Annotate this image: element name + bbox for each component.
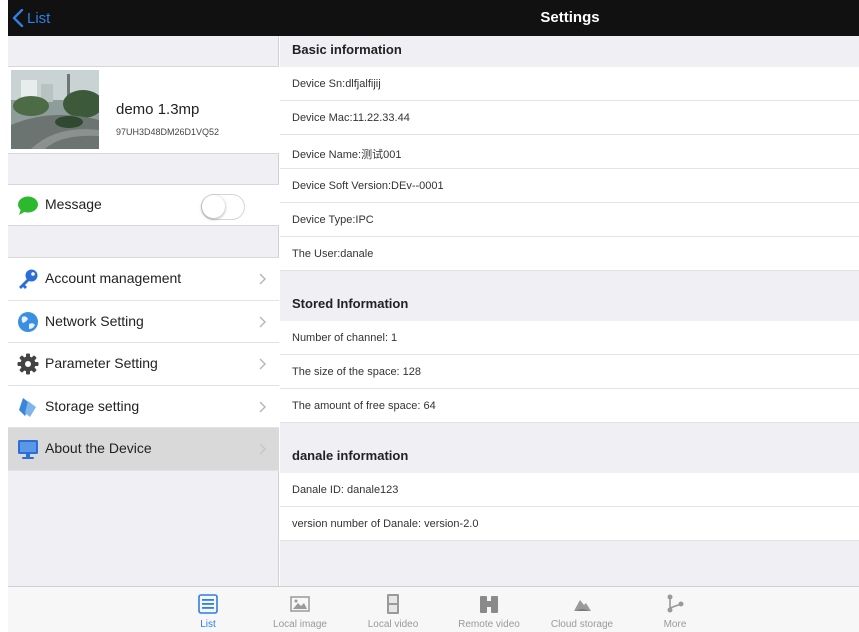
info-row: Device Sn:dlfjalfijij (280, 67, 859, 101)
tab-label: Remote video (458, 619, 520, 630)
info-text: Number of channel: 1 (292, 332, 398, 344)
section-title: danale information (292, 448, 409, 463)
menu-item-label: Network Setting (45, 312, 144, 329)
monitor-icon (18, 440, 38, 460)
menu-item-label: Parameter Setting (45, 355, 158, 372)
info-text: Device Sn:dlfjalfijij (292, 78, 381, 90)
info-row: Number of channel: 1 (280, 321, 859, 355)
tab-more[interactable]: More (635, 587, 715, 632)
info-row: version number of Danale: version-2.0 (280, 507, 859, 541)
share-icon (667, 594, 684, 613)
info-text: Device Mac:11.22.33.44 (292, 112, 410, 124)
device-info-panel: Basic information Device Sn:dlfjalfijij … (280, 36, 859, 586)
menu-item-label: Storage setting (45, 397, 140, 414)
message-toggle[interactable] (201, 194, 245, 220)
menu-item-storage-setting[interactable]: Storage setting (8, 385, 279, 429)
message-row: Message (8, 184, 279, 226)
section-header-stored: Stored Information (280, 272, 859, 320)
info-row: Device Soft Version:DEv--0001 (280, 169, 859, 203)
menu-item-about-the-device[interactable]: About the Device (8, 428, 279, 471)
image-icon (290, 596, 310, 612)
message-label: Message (45, 196, 102, 212)
gear-icon (17, 353, 39, 375)
chevron-left-icon (12, 9, 24, 27)
tab-local-video[interactable]: Local video (353, 587, 433, 632)
section-title: Basic information (292, 42, 402, 57)
chevron-right-icon (259, 358, 266, 370)
page-title: Settings (540, 9, 600, 26)
chevron-right-icon (259, 273, 266, 285)
chevron-right-icon (259, 316, 266, 328)
tab-label: More (663, 619, 687, 630)
tab-label: List (200, 619, 216, 630)
cloud-icon (574, 600, 591, 611)
info-row: Danale ID: danale123 (280, 473, 859, 507)
tab-local-image[interactable]: Local image (260, 587, 340, 632)
globe-icon (18, 311, 38, 332)
menu-item-network-setting[interactable]: Network Setting (8, 300, 279, 344)
tab-cloud-storage[interactable]: Cloud storage (542, 587, 622, 632)
section-header-danale: danale information (280, 424, 859, 472)
device-id: 97UH3D48DM26D1VQ52 (116, 127, 220, 137)
info-row: The amount of free space: 64 (280, 389, 859, 423)
info-row: Device Name:测试001 (280, 135, 859, 169)
info-row: The size of the space: 128 (280, 355, 859, 389)
info-row: Device Mac:11.22.33.44 (280, 101, 859, 135)
info-text: Device Soft Version:DEv--0001 (292, 180, 444, 192)
device-thumbnail (11, 70, 99, 149)
info-text: Device Name:测试001 (292, 149, 402, 161)
binoculars-icon (480, 596, 498, 613)
info-text: The User:danale (292, 248, 374, 260)
back-label: List (27, 9, 51, 27)
info-text: Danale ID: danale123 (292, 484, 399, 496)
tab-label: Local image (273, 619, 327, 630)
menu-item-parameter-setting[interactable]: Parameter Setting (8, 343, 279, 386)
bottom-tab-bar: List Local image Local video Remote vide… (8, 586, 859, 632)
menu-item-label: Account management (45, 270, 182, 286)
menu-item-label: About the Device (45, 440, 152, 457)
top-nav-bar: List Settings (8, 0, 859, 36)
key-icon (19, 269, 38, 289)
info-text: The amount of free space: 64 (292, 400, 436, 412)
tab-remote-video[interactable]: Remote video (449, 587, 529, 632)
toggle-knob (202, 195, 225, 218)
film-icon (387, 594, 399, 614)
back-button[interactable]: List (12, 8, 50, 28)
info-row: The User:danale (280, 237, 859, 271)
tab-label: Cloud storage (550, 619, 614, 630)
info-row: Device Type:IPC (280, 203, 859, 237)
left-panel: demo 1.3mp 97UH3D48DM26D1VQ52 Message Ac… (8, 36, 279, 586)
menu-item-account-management[interactable]: Account management (8, 258, 279, 301)
section-title: Stored Information (292, 296, 409, 311)
storage-icon (19, 397, 36, 417)
tab-list[interactable]: List (168, 587, 248, 632)
info-text: The size of the space: 128 (292, 366, 422, 378)
info-text: Device Type:IPC (292, 214, 374, 226)
chevron-right-icon (259, 443, 266, 455)
list-icon (198, 594, 218, 614)
info-text: version number of Danale: version-2.0 (292, 518, 479, 530)
tab-label: Local video (367, 619, 419, 630)
chevron-right-icon (259, 401, 266, 413)
section-header-basic: Basic information (280, 36, 859, 66)
device-name: demo 1.3mp (116, 101, 200, 118)
device-card[interactable]: demo 1.3mp 97UH3D48DM26D1VQ52 (8, 66, 279, 154)
chat-bubble-icon (18, 196, 38, 215)
settings-menu: Account management Network Setting Param… (8, 257, 279, 471)
